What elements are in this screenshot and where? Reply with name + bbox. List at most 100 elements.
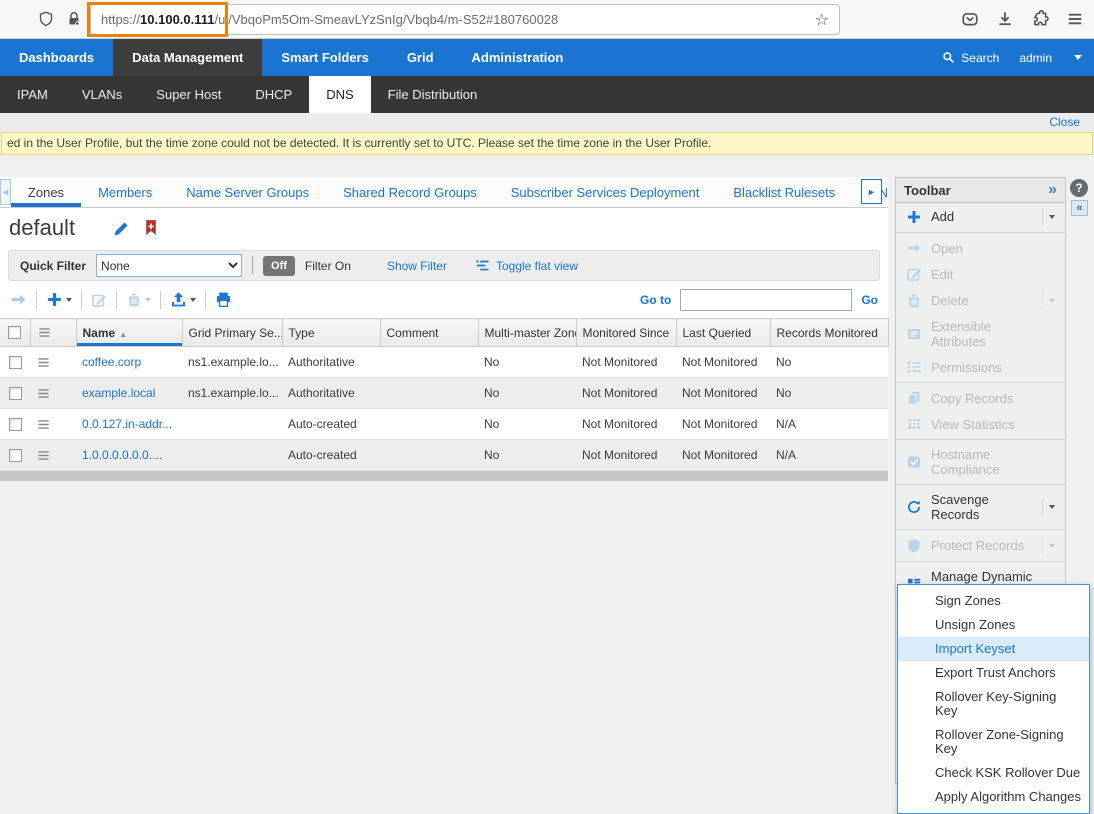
tab-members[interactable]: Members: [81, 177, 169, 207]
download-icon[interactable]: [996, 10, 1014, 28]
column-header-records-monitored[interactable]: Records Monitored: [770, 319, 888, 347]
filter-off-button[interactable]: Off: [263, 256, 295, 276]
help-icon[interactable]: ?: [1070, 179, 1088, 197]
zone-link[interactable]: 0.0.127.in-addr...: [82, 417, 172, 431]
subnav-super-host[interactable]: Super Host: [139, 76, 238, 113]
user-menu[interactable]: admin: [1019, 51, 1052, 65]
bookmark-add-icon[interactable]: [144, 220, 158, 236]
print-button[interactable]: [215, 291, 232, 308]
zone-link[interactable]: coffee.corp: [82, 355, 141, 369]
row-menu-icon[interactable]: [30, 409, 76, 440]
lock-warning-icon[interactable]: [66, 11, 82, 27]
tabs-scroll-left-icon[interactable]: ◄: [0, 179, 11, 205]
select-all-checkbox[interactable]: [8, 326, 21, 339]
bookmark-star-icon[interactable]: ☆: [815, 10, 829, 30]
tabs-scroll-right-icon[interactable]: ►: [861, 179, 882, 204]
subnav-file-distribution[interactable]: File Distribution: [371, 76, 495, 113]
menu-export-trust-anchors[interactable]: Export Trust Anchors: [898, 661, 1089, 685]
row-menu-icon[interactable]: [30, 347, 76, 378]
table-row[interactable]: coffee.corp ns1.example.lo... Authoritat…: [0, 347, 888, 378]
column-header-type[interactable]: Type: [282, 319, 380, 347]
show-filter-link[interactable]: Show Filter: [387, 259, 447, 273]
toolbar-scavenge-records[interactable]: Scavenge Records: [896, 487, 1065, 527]
cell: No: [770, 347, 888, 378]
menu-apply-algorithm-changes[interactable]: Apply Algorithm Changes: [898, 785, 1089, 809]
column-header-comment[interactable]: Comment: [380, 319, 478, 347]
restart-services-button[interactable]: [10, 291, 27, 308]
row-menu-icon[interactable]: [30, 440, 76, 471]
toolbar-extensible-attributes: Extensible Attributes: [896, 314, 1065, 354]
nav-data-management[interactable]: Data Management: [113, 39, 262, 76]
row-checkbox[interactable]: [9, 387, 22, 400]
table-header-row: Name▲ Grid Primary Se... Type Comment Mu…: [0, 319, 888, 347]
subnav-dns[interactable]: DNS: [309, 76, 370, 113]
quick-filter-select[interactable]: None: [96, 254, 242, 277]
menu-unsign-zones[interactable]: Unsign Zones: [898, 613, 1089, 637]
toolbar-edit: Edit: [896, 261, 1065, 287]
subnav-vlans[interactable]: VLANs: [65, 76, 139, 113]
nav-smart-folders[interactable]: Smart Folders: [262, 39, 387, 76]
menu-check-ksk-rollover-due[interactable]: Check KSK Rollover Due: [898, 761, 1089, 785]
tab-zones[interactable]: Zones: [11, 177, 81, 207]
goto-button[interactable]: Go: [861, 293, 878, 307]
cell: [182, 409, 282, 440]
horizontal-scrollbar[interactable]: [0, 471, 888, 481]
caret-down-icon[interactable]: [1042, 499, 1061, 516]
nav-dashboards[interactable]: Dashboards: [0, 39, 113, 76]
edit-title-pencil-icon[interactable]: [113, 220, 130, 237]
collapse-panel-icon[interactable]: »: [1048, 181, 1057, 199]
search-icon[interactable]: [942, 51, 955, 64]
column-header-monitored-since[interactable]: Monitored Since: [576, 319, 676, 347]
cell: N/A: [770, 409, 888, 440]
tracking-shield-icon[interactable]: [38, 11, 54, 27]
caret-down-icon: [145, 298, 151, 302]
table-row[interactable]: 1.0.0.0.0.0.0.... Auto-created No Not Mo…: [0, 440, 888, 471]
toolbar-add[interactable]: Add: [896, 203, 1065, 230]
select-all-checkbox-cell[interactable]: [0, 319, 30, 347]
table-row[interactable]: 0.0.127.in-addr... Auto-created No Not M…: [0, 409, 888, 440]
add-button[interactable]: [46, 291, 72, 308]
menu-rollover-key-signing-key[interactable]: Rollover Key-Signing Key: [898, 685, 1089, 723]
row-checkbox[interactable]: [9, 356, 22, 369]
tab-shared-record-groups[interactable]: Shared Record Groups: [326, 177, 494, 207]
tab-blacklist-rulesets[interactable]: Blacklist Rulesets: [716, 177, 852, 207]
collapse-sidebar-icon[interactable]: «: [1071, 200, 1088, 216]
goto-input[interactable]: [680, 289, 852, 311]
search-label[interactable]: Search: [961, 51, 999, 65]
toggle-flat-view-link[interactable]: Toggle flat view: [496, 259, 578, 273]
column-header-name[interactable]: Name▲: [76, 319, 182, 347]
menu-hamburger-icon[interactable]: [1066, 10, 1084, 28]
row-checkbox[interactable]: [9, 418, 22, 431]
caret-down-icon[interactable]: [1042, 208, 1061, 225]
export-button[interactable]: [170, 291, 196, 308]
row-checkbox[interactable]: [9, 449, 22, 462]
menu-sign-zones[interactable]: Sign Zones: [898, 589, 1089, 613]
menu-import-keyset[interactable]: Import Keyset: [898, 637, 1089, 661]
divider: [896, 232, 1065, 233]
column-header-last-queried[interactable]: Last Queried: [676, 319, 770, 347]
user-menu-caret-icon[interactable]: [1074, 55, 1082, 60]
toolbar-delete: Delete: [896, 287, 1065, 314]
row-menu-icon[interactable]: [30, 378, 76, 409]
quick-filter-label: Quick Filter: [20, 259, 86, 273]
close-link[interactable]: Close: [1049, 115, 1080, 129]
extensions-puzzle-icon[interactable]: [1031, 10, 1049, 28]
row-menu-header[interactable]: [30, 319, 76, 347]
url-bar[interactable]: https://10.100.0.111/ui/VbqoPm5Om-SmeavL…: [90, 4, 840, 35]
zone-link[interactable]: example.local: [82, 386, 155, 400]
divider: [896, 529, 1065, 530]
nav-grid[interactable]: Grid: [388, 39, 453, 76]
pocket-icon[interactable]: [961, 10, 979, 28]
column-header-grid-primary[interactable]: Grid Primary Se...: [182, 319, 282, 347]
zone-link[interactable]: 1.0.0.0.0.0.0....: [82, 448, 162, 462]
toggle-flat-view-icon[interactable]: [475, 258, 490, 273]
column-header-multi-master[interactable]: Multi-master Zone: [478, 319, 576, 347]
nav-administration[interactable]: Administration: [453, 39, 583, 76]
tab-name-server-groups[interactable]: Name Server Groups: [169, 177, 326, 207]
subnav-ipam[interactable]: IPAM: [0, 76, 65, 113]
tab-subscriber-services-deployment[interactable]: Subscriber Services Deployment: [494, 177, 717, 207]
subnav-dhcp[interactable]: DHCP: [238, 76, 309, 113]
cell: [380, 378, 478, 409]
menu-rollover-zone-signing-key[interactable]: Rollover Zone-Signing Key: [898, 723, 1089, 761]
table-row[interactable]: example.local ns1.example.lo... Authorit…: [0, 378, 888, 409]
